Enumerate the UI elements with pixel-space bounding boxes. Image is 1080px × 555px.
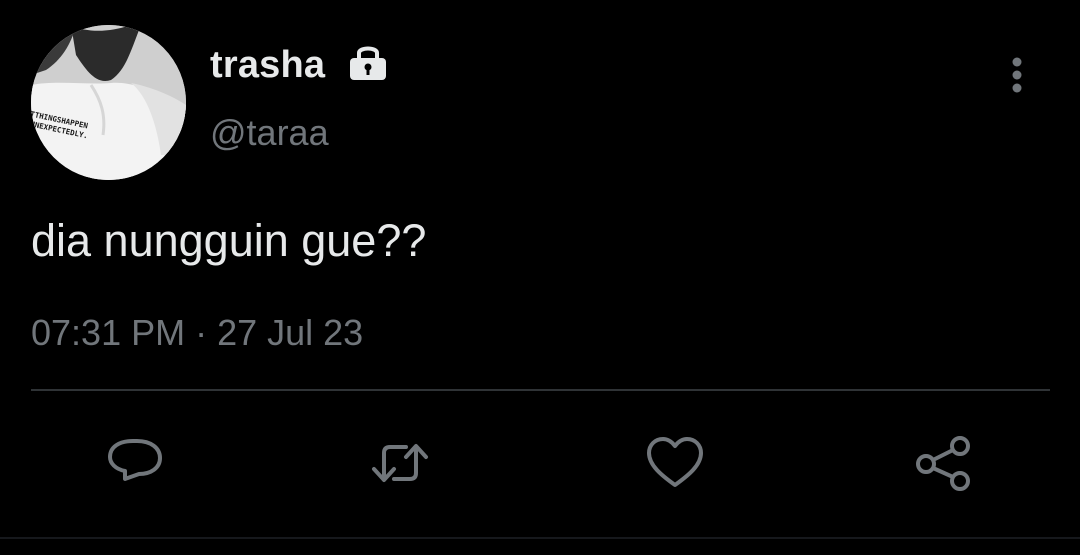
reply-button[interactable]: [105, 433, 165, 493]
display-name[interactable]: trasha: [210, 44, 325, 87]
avatar-image: TTHINGSHAPPEN UNEXPECTEDLY.: [31, 25, 186, 180]
divider: [31, 389, 1050, 391]
more-vertical-icon[interactable]: [1000, 55, 1034, 97]
tweet-time: 07:31 PM: [31, 312, 186, 353]
share-button[interactable]: [913, 433, 973, 493]
share-icon: [916, 436, 970, 491]
bottom-divider: [0, 537, 1080, 539]
timestamp-separator: ·: [195, 312, 208, 353]
tweet: TTHINGSHAPPEN UNEXPECTEDLY. trasha @tara…: [0, 0, 1080, 555]
user-handle[interactable]: @taraa: [210, 112, 329, 154]
avatar[interactable]: TTHINGSHAPPEN UNEXPECTEDLY.: [31, 25, 186, 180]
tweet-date: 27 Jul 23: [217, 312, 364, 353]
reply-icon: [108, 439, 162, 481]
like-button[interactable]: [645, 433, 705, 493]
heart-icon: [647, 437, 703, 487]
retweet-icon: [372, 444, 428, 482]
timestamp[interactable]: 07:31 PM · 27 Jul 23: [31, 312, 363, 354]
lock-icon: [347, 42, 389, 82]
tweet-text: dia nungguin gue??: [31, 215, 427, 266]
retweet-button[interactable]: [370, 433, 430, 493]
